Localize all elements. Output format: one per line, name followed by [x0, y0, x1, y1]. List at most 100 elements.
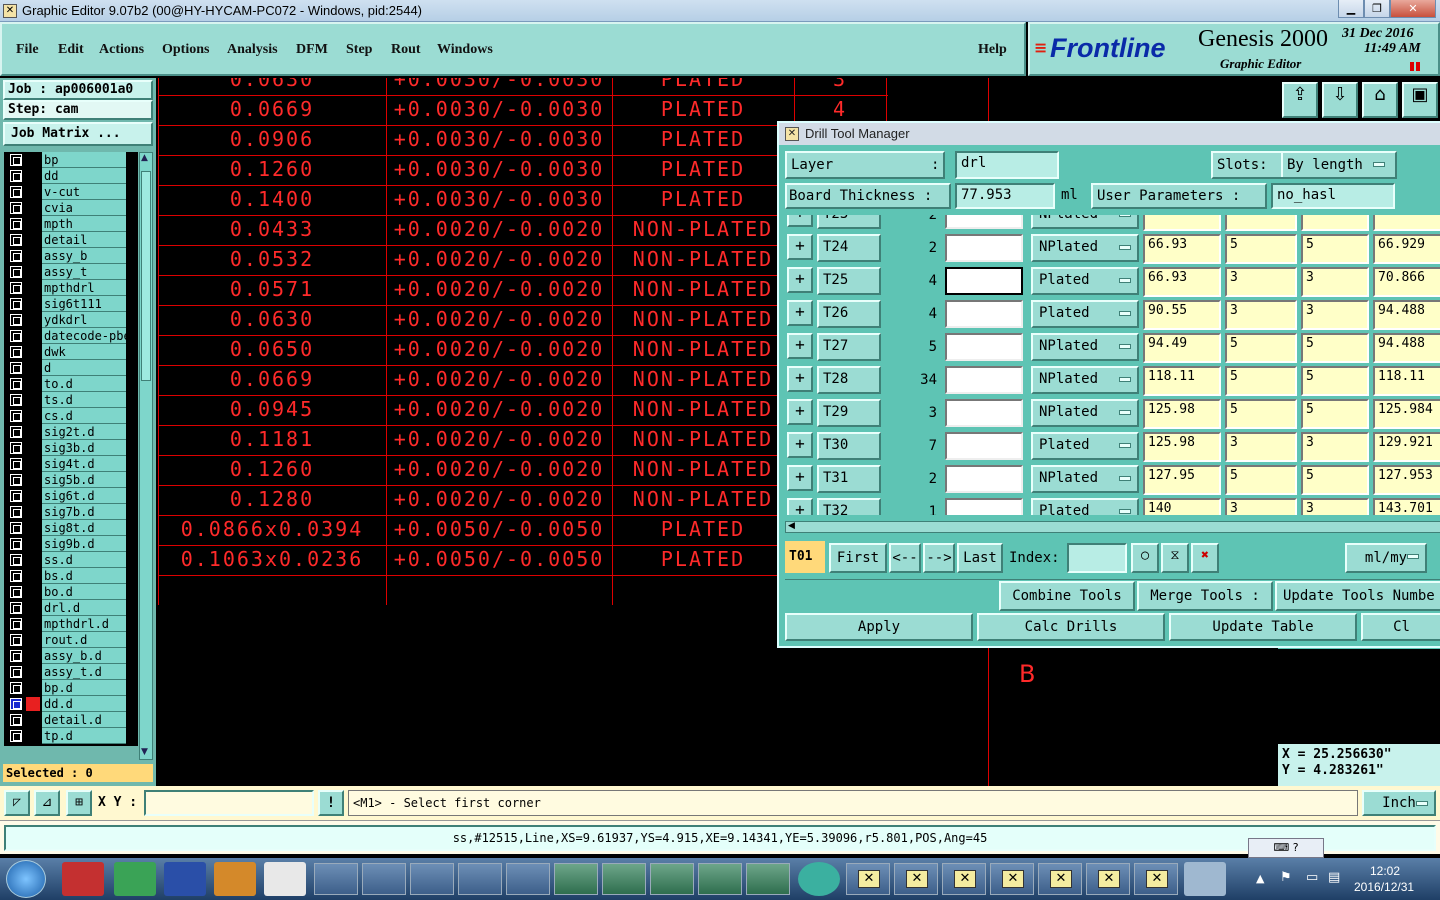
layer-name[interactable]: datecode-pbe [42, 328, 126, 344]
tool-size-input[interactable]: 125.98 [1143, 432, 1221, 462]
layer-color-swatch[interactable] [26, 441, 40, 455]
taskbar-window-1[interactable] [314, 863, 358, 895]
layer-name[interactable]: to.d [42, 376, 126, 392]
tool-type-dropdown[interactable]: NPlated [1031, 215, 1139, 229]
expand-icon[interactable]: + [787, 333, 813, 359]
layer-checkbox[interactable] [10, 682, 22, 694]
menu-analysis[interactable]: Analysis [227, 42, 278, 58]
layer-name[interactable]: cvia [42, 200, 126, 216]
tool-finish-size-input[interactable]: 70.866 [1373, 267, 1440, 297]
last-button[interactable]: Last [957, 543, 1003, 573]
layer-name[interactable]: detail [42, 232, 126, 248]
layer-color-swatch[interactable] [26, 425, 40, 439]
layer-color-swatch[interactable] [26, 553, 40, 567]
layer-checkbox[interactable] [10, 698, 22, 710]
tool-name[interactable]: T25 [817, 267, 881, 295]
layer-name[interactable]: ss.d [42, 552, 126, 568]
measure-mode-icon[interactable]: ⊿ [34, 790, 60, 816]
tool-tol-plus-input[interactable]: 3 [1225, 215, 1297, 231]
layer-name[interactable]: sig9b.d [42, 536, 126, 552]
layer-name[interactable]: bp.d [42, 680, 126, 696]
layer-row[interactable]: sig5b.d [4, 472, 138, 488]
layer-row[interactable]: detail [4, 232, 138, 248]
index-input[interactable] [1067, 543, 1127, 573]
layer-name[interactable]: mpthdrl.d [42, 616, 126, 632]
tool-name[interactable]: T30 [817, 432, 881, 460]
minimize-button[interactable]: ▁ [1338, 0, 1364, 18]
tool-tol-plus-input[interactable]: 3 [1225, 498, 1297, 515]
layer-checkbox[interactable] [10, 330, 22, 342]
tool-designator-input[interactable] [945, 432, 1023, 460]
scroll-left-icon[interactable]: ◀ [788, 521, 795, 531]
layer-color-swatch[interactable] [26, 201, 40, 215]
tool-tol-minus-input[interactable]: 3 [1301, 267, 1369, 297]
layer-color-swatch[interactable] [26, 585, 40, 599]
layer-checkbox[interactable] [10, 458, 22, 470]
tool-designator-input[interactable] [945, 366, 1023, 394]
expand-icon[interactable]: + [787, 267, 813, 293]
layer-checkbox[interactable] [10, 394, 22, 406]
layer-name[interactable]: sig2t.d [42, 424, 126, 440]
layer-color-swatch[interactable] [26, 233, 40, 247]
user-parameters-input[interactable]: no_hasl [1271, 183, 1395, 209]
layer-row[interactable]: assy_b [4, 248, 138, 264]
tool-tol-plus-input[interactable]: 3 [1225, 432, 1297, 462]
layer-name[interactable]: dd [42, 168, 126, 184]
language-bar[interactable]: ⌨ ? [1248, 838, 1324, 858]
close-window-button[interactable]: ✕ [1390, 0, 1436, 18]
layer-color-swatch[interactable] [26, 457, 40, 471]
apply-button[interactable]: Apply [785, 613, 973, 641]
layer-checkbox[interactable] [10, 154, 22, 166]
taskbar-save-icon[interactable] [164, 862, 206, 896]
tool-finish-size-input[interactable]: 118.11 [1373, 366, 1440, 396]
layer-checkbox[interactable] [10, 714, 22, 726]
taskbar-excel-2-icon[interactable] [602, 863, 646, 895]
layer-checkbox[interactable] [10, 250, 22, 262]
layer-row[interactable]: bp.d [4, 680, 138, 696]
menu-help[interactable]: Help [978, 42, 1007, 58]
tray-network-icon[interactable]: ⚑ [1280, 870, 1292, 885]
tool-name[interactable]: T31 [817, 465, 881, 493]
layer-checkbox[interactable] [10, 362, 22, 374]
tool-tol-minus-input[interactable]: 5 [1301, 366, 1369, 396]
menu-dfm[interactable]: DFM [296, 42, 328, 58]
layer-name[interactable]: assy_b.d [42, 648, 126, 664]
update-table-button[interactable]: Update Table [1169, 613, 1357, 641]
layer-checkbox[interactable] [10, 346, 22, 358]
menu-file[interactable]: File [16, 42, 39, 58]
tool-size-input[interactable]: 66.93 [1143, 267, 1221, 297]
delete-icon[interactable]: ✖ [1191, 543, 1219, 573]
menu-actions[interactable]: Actions [99, 42, 144, 58]
tool-tol-plus-input[interactable]: 3 [1225, 267, 1297, 297]
layer-color-swatch[interactable] [26, 169, 40, 183]
layer-checkbox[interactable] [10, 586, 22, 598]
taskbar-genesis-4-icon[interactable]: ✕ [990, 863, 1034, 895]
layer-checkbox[interactable] [10, 730, 22, 742]
tool-tol-minus-input[interactable]: 5 [1301, 465, 1369, 495]
layer-checkbox[interactable] [10, 602, 22, 614]
tool-tol-plus-input[interactable]: 5 [1225, 234, 1297, 264]
update-tools-numbers-button[interactable]: Update Tools Numbe [1275, 581, 1440, 611]
layer-row[interactable]: dd.d [4, 696, 138, 712]
tool-size-input[interactable]: 64.96 [1143, 215, 1221, 231]
next-button[interactable]: --> [923, 543, 955, 573]
taskbar-window-3[interactable] [410, 863, 454, 895]
tool-name[interactable]: T26 [817, 300, 881, 328]
hourglass-icon[interactable]: ⧖ [1161, 543, 1189, 573]
tool-size-input[interactable]: 125.98 [1143, 399, 1221, 429]
layer-checkbox[interactable] [10, 538, 22, 550]
layer-row[interactable]: sig4t.d [4, 456, 138, 472]
layer-color-swatch[interactable] [26, 185, 40, 199]
tool-designator-input[interactable] [945, 498, 1023, 515]
layer-color-swatch[interactable] [26, 361, 40, 375]
layer-row[interactable]: sig6t111 [4, 296, 138, 312]
layer-checkbox[interactable] [10, 570, 22, 582]
tool-type-dropdown[interactable]: Plated [1031, 498, 1139, 515]
layer-name[interactable]: bo.d [42, 584, 126, 600]
units-selector[interactable]: Inch [1362, 790, 1436, 816]
layer-name[interactable]: dd.d [42, 696, 126, 712]
taskbar-shell-icon[interactable] [214, 862, 256, 896]
layer-checkbox[interactable] [10, 474, 22, 486]
tool-name[interactable]: T29 [817, 399, 881, 427]
taskbar-excel-1-icon[interactable] [554, 863, 598, 895]
